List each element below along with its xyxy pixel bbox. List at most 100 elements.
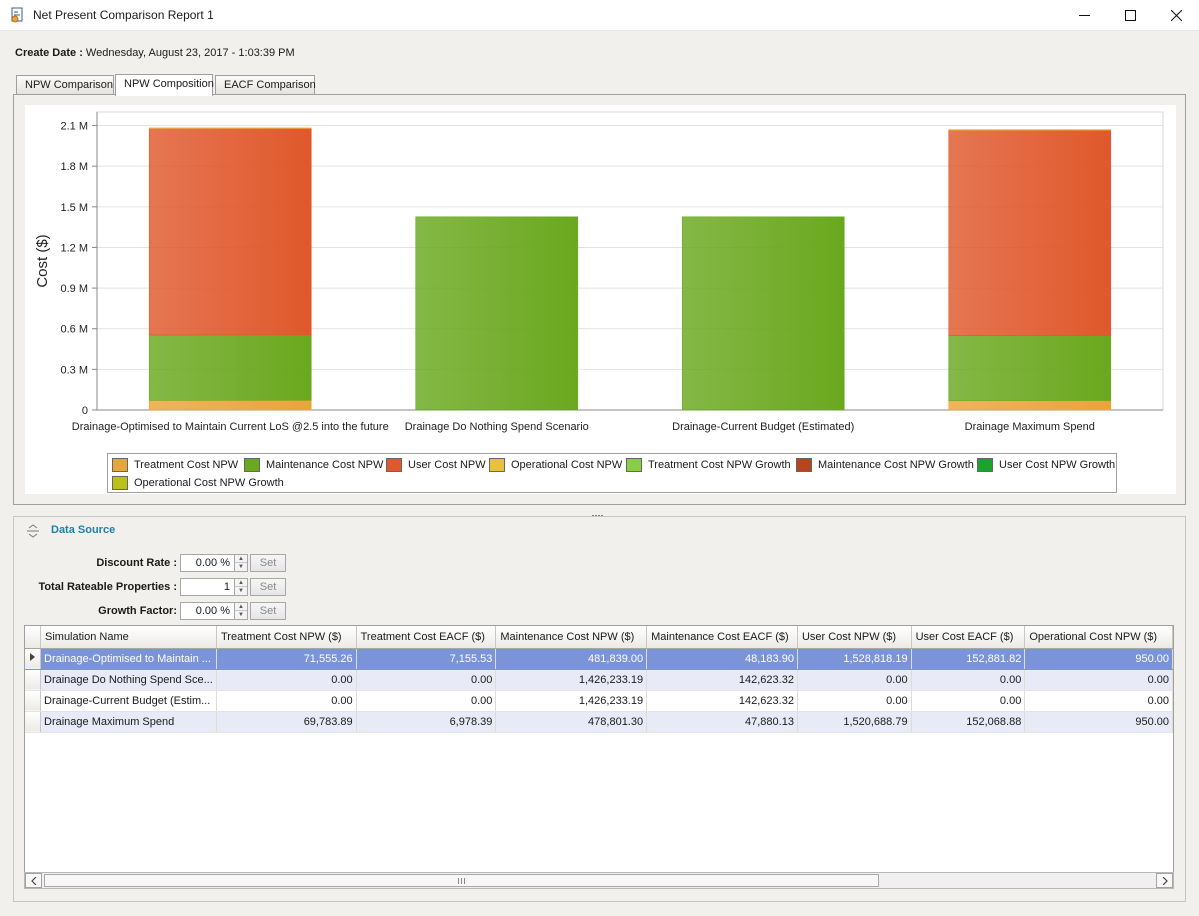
cell[interactable]: 7,155.53 bbox=[356, 648, 497, 670]
table-row[interactable]: Drainage-Current Budget (Estim... 0.00 0… bbox=[25, 690, 1173, 712]
row-indicator[interactable] bbox=[25, 669, 41, 691]
column-header[interactable]: Simulation Name bbox=[40, 626, 217, 649]
cell[interactable]: 152,881.82 bbox=[911, 648, 1026, 670]
legend-swatch bbox=[489, 457, 505, 472]
cell[interactable]: 47,880.13 bbox=[646, 711, 798, 733]
panel-splitter[interactable] bbox=[592, 508, 606, 517]
spin-down-icon[interactable]: ▼ bbox=[235, 563, 247, 571]
growth-factor-set-button[interactable]: Set bbox=[250, 602, 286, 620]
discount-rate-input[interactable]: 0.00 % bbox=[180, 554, 235, 572]
cell[interactable]: 1,520,688.79 bbox=[797, 711, 912, 733]
rateable-properties-spinner[interactable]: ▲ ▼ bbox=[234, 578, 248, 596]
rateable-properties-set-button[interactable]: Set bbox=[250, 578, 286, 596]
spin-down-icon[interactable]: ▼ bbox=[235, 611, 247, 619]
column-header[interactable]: Treatment Cost EACF ($) bbox=[356, 626, 497, 649]
close-icon bbox=[1170, 9, 1182, 21]
cell[interactable]: 0.00 bbox=[216, 690, 357, 712]
legend-label: User Cost NPW bbox=[408, 458, 486, 471]
cell[interactable]: 142,623.32 bbox=[646, 690, 798, 712]
growth-factor-input[interactable]: 0.00 % bbox=[180, 602, 235, 620]
discount-rate-set-button[interactable]: Set bbox=[250, 554, 286, 572]
table-header-row: Simulation Name Treatment Cost NPW ($) T… bbox=[25, 626, 1173, 649]
table-row[interactable]: Drainage Do Nothing Spend Sce... 0.00 0.… bbox=[25, 669, 1173, 691]
y-tick-label: 1.5 M bbox=[60, 202, 88, 214]
column-header[interactable]: Maintenance Cost EACF ($) bbox=[646, 626, 798, 649]
legend-swatch bbox=[112, 457, 128, 472]
cell[interactable]: 1,426,233.19 bbox=[495, 669, 648, 691]
bar-segment bbox=[948, 335, 1112, 401]
close-button[interactable] bbox=[1153, 0, 1199, 30]
data-source-title: Data Source bbox=[51, 524, 116, 536]
cell[interactable]: 142,623.32 bbox=[646, 669, 798, 691]
growth-factor-spinner[interactable]: ▲ ▼ bbox=[234, 602, 248, 620]
tab-npw-comparison[interactable]: NPW Comparison bbox=[16, 75, 114, 95]
cell[interactable]: 152,068.88 bbox=[911, 711, 1026, 733]
cell[interactable]: 1,426,233.19 bbox=[495, 690, 648, 712]
y-tick-label: 1.2 M bbox=[60, 242, 88, 254]
collapse-icon[interactable] bbox=[26, 523, 40, 539]
legend-label: Maintenance Cost NPW Growth bbox=[818, 458, 974, 471]
scroll-right-button[interactable] bbox=[1156, 873, 1173, 888]
spin-down-icon[interactable]: ▼ bbox=[235, 587, 247, 595]
cell[interactable]: 6,978.39 bbox=[356, 711, 497, 733]
x-tick-label: Drainage Do Nothing Spend Scenario bbox=[405, 421, 589, 433]
table-row[interactable]: Drainage Maximum Spend 69,783.89 6,978.3… bbox=[25, 711, 1173, 733]
column-header[interactable]: User Cost NPW ($) bbox=[797, 626, 912, 649]
cell[interactable]: 0.00 bbox=[1024, 690, 1173, 712]
column-header[interactable]: Treatment Cost NPW ($) bbox=[216, 626, 357, 649]
spin-up-icon[interactable]: ▲ bbox=[235, 579, 247, 587]
cell[interactable]: 0.00 bbox=[1024, 669, 1173, 691]
cell[interactable]: 0.00 bbox=[911, 690, 1026, 712]
npw-composition-chart: 0 0.3 M 0.6 M 0.9 M 1.2 M 1.5 M 1.8 M 2.1 M Cost… bbox=[34, 111, 1164, 433]
legend-label: Treatment Cost NPW Growth bbox=[648, 458, 791, 471]
cell[interactable]: 69,783.89 bbox=[216, 711, 357, 733]
x-tick-label: Drainage Maximum Spend bbox=[965, 421, 1095, 433]
row-indicator[interactable] bbox=[25, 690, 41, 712]
cell[interactable]: 48,183.90 bbox=[646, 648, 798, 670]
cell[interactable]: Drainage-Optimised to Maintain ... bbox=[40, 648, 217, 670]
chart-area: 0 0.3 M 0.6 M 0.9 M 1.2 M 1.5 M 1.8 M 2.1 M Cost… bbox=[25, 105, 1176, 494]
maximize-button[interactable] bbox=[1107, 0, 1153, 30]
y-axis-title: Cost ($) bbox=[34, 234, 51, 287]
rateable-properties-input[interactable]: 1 bbox=[180, 578, 235, 596]
column-header[interactable]: Operational Cost NPW ($) bbox=[1024, 626, 1173, 649]
cell[interactable]: 478,801.30 bbox=[495, 711, 648, 733]
legend-item: Treatment Cost NPW bbox=[112, 456, 238, 473]
discount-rate-spinner[interactable]: ▲ ▼ bbox=[234, 554, 248, 572]
row-indicator[interactable] bbox=[25, 711, 41, 733]
cell[interactable]: 0.00 bbox=[797, 669, 912, 691]
bar-segment bbox=[681, 216, 845, 411]
scroll-thumb[interactable] bbox=[44, 874, 879, 887]
window-titlebar: Net Present Comparison Report 1 bbox=[0, 0, 1199, 31]
chevron-left-icon bbox=[30, 876, 36, 885]
cell[interactable]: 0.00 bbox=[911, 669, 1026, 691]
cell[interactable]: Drainage-Current Budget (Estim... bbox=[40, 690, 217, 712]
cell[interactable]: 0.00 bbox=[797, 690, 912, 712]
spin-up-icon[interactable]: ▲ bbox=[235, 555, 247, 563]
cell[interactable]: Drainage Do Nothing Spend Sce... bbox=[40, 669, 217, 691]
scroll-left-button[interactable] bbox=[25, 873, 42, 888]
column-header[interactable]: Maintenance Cost NPW ($) bbox=[495, 626, 648, 649]
cell[interactable]: 0.00 bbox=[356, 669, 497, 691]
legend-swatch bbox=[244, 457, 260, 472]
cell[interactable]: 950.00 bbox=[1024, 711, 1173, 733]
spin-up-icon[interactable]: ▲ bbox=[235, 603, 247, 611]
table-row[interactable]: Drainage-Optimised to Maintain ... 71,55… bbox=[25, 648, 1173, 670]
cell[interactable]: 1,528,818.19 bbox=[797, 648, 912, 670]
data-source-header[interactable]: Data Source bbox=[14, 517, 1185, 545]
horizontal-scrollbar[interactable] bbox=[24, 872, 1174, 889]
legend-swatch bbox=[112, 475, 128, 490]
tab-eacf-comparison[interactable]: EACF Comparison bbox=[215, 75, 316, 95]
cell[interactable]: 71,555.26 bbox=[216, 648, 357, 670]
column-header[interactable]: User Cost EACF ($) bbox=[911, 626, 1026, 649]
row-indicator[interactable] bbox=[25, 648, 41, 670]
create-date-value: Wednesday, August 23, 2017 - 1:03:39 PM bbox=[85, 47, 295, 59]
cell[interactable]: 950.00 bbox=[1024, 648, 1173, 670]
app-icon bbox=[11, 7, 23, 23]
minimize-button[interactable] bbox=[1061, 0, 1107, 30]
cell[interactable]: 0.00 bbox=[356, 690, 497, 712]
cell[interactable]: 0.00 bbox=[216, 669, 357, 691]
cell[interactable]: Drainage Maximum Spend bbox=[40, 711, 217, 733]
cell[interactable]: 481,839.00 bbox=[495, 648, 648, 670]
tab-npw-composition[interactable]: NPW Composition bbox=[115, 74, 214, 96]
